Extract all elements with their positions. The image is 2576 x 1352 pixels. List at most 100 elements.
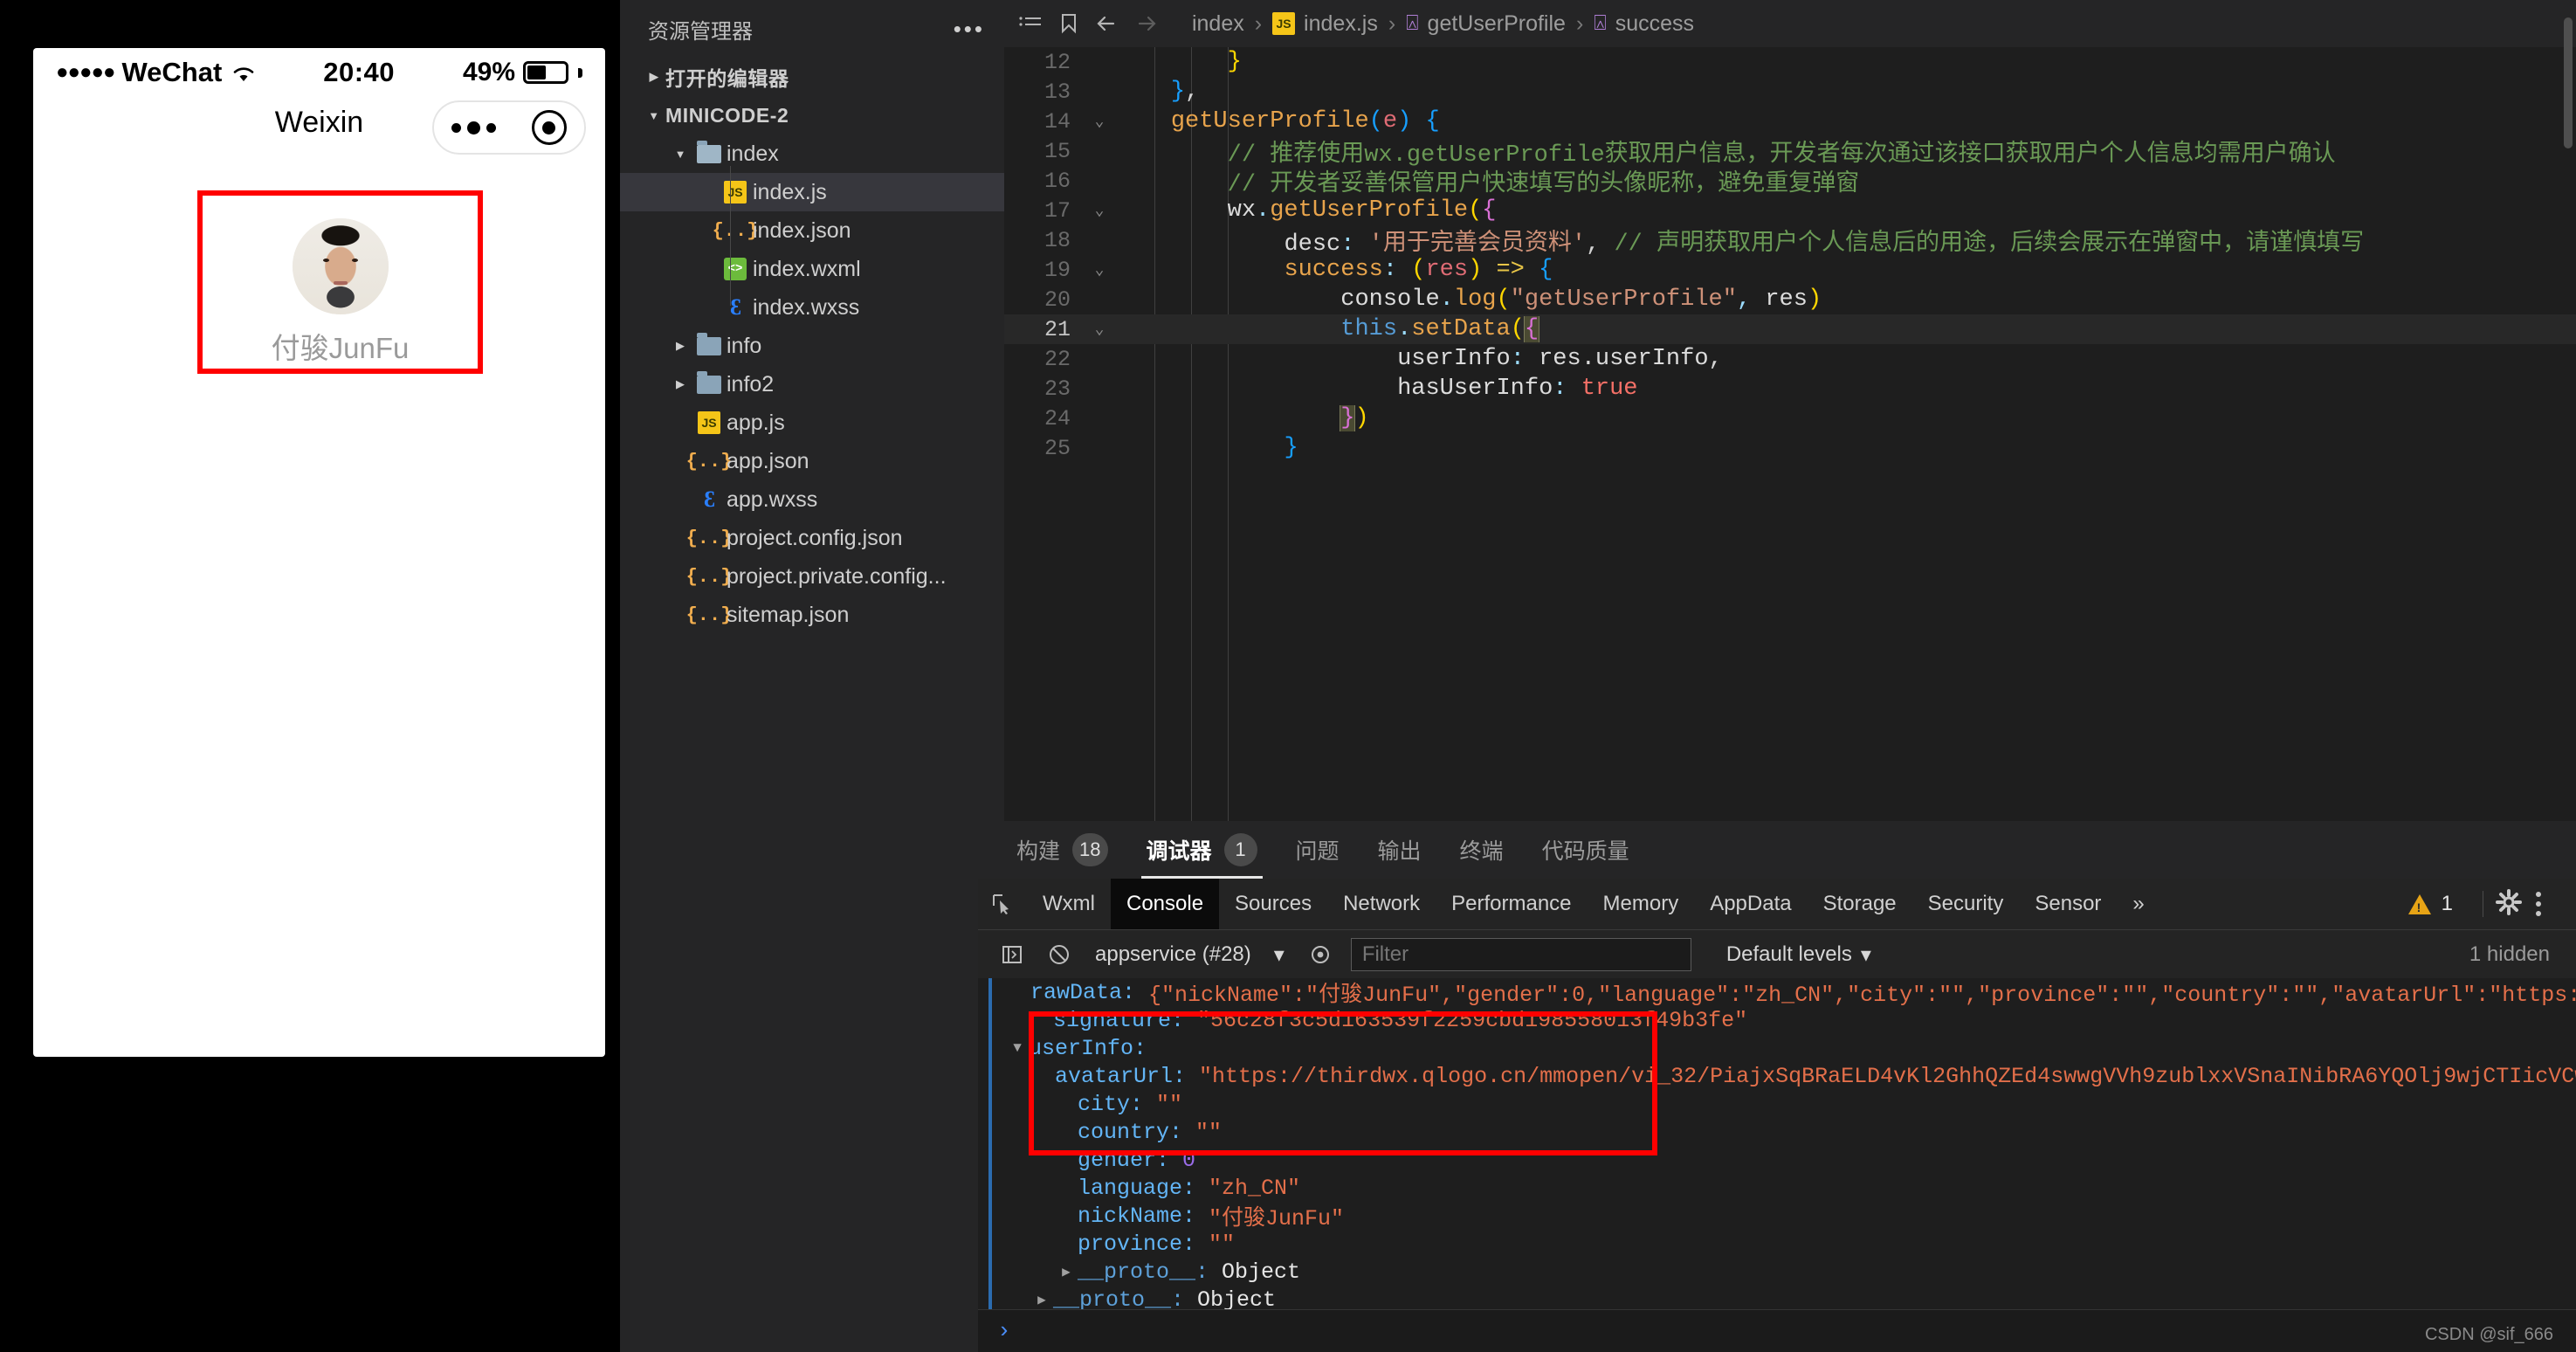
tree-item-index-wxml[interactable]: <> index.wxml [620,250,1004,288]
tree-item-index-json[interactable]: {..} index.json [620,211,1004,250]
panel-tab-2[interactable]: 问题 [1277,821,1359,879]
devtools-tab-sensor[interactable]: Sensor [2019,879,2117,929]
console-prompt[interactable]: › [978,1309,2576,1352]
console-line[interactable]: nickName: "付骏JunFu" [1006,1202,2576,1232]
console-key: signature: [1053,1007,1198,1033]
chevron-down-icon[interactable]: ▼ [643,109,665,122]
console-line[interactable]: ▶ __proto__: Object [1006,1258,2576,1286]
code-line[interactable]: 24 }) [1004,404,2576,433]
show-console-sidebar-icon[interactable] [988,944,1036,965]
tree-item-app-json[interactable]: {..} app.json [620,442,1004,480]
panel-tab-0[interactable]: 构建 18 [997,821,1127,879]
devtools-tab-appdata[interactable]: AppData [1694,879,1807,929]
console-line[interactable]: signature: "56c28f3c5d163539f2259cbd1985… [1006,1006,2576,1034]
code-line[interactable]: 25 } [1004,433,2576,463]
devtools-tab-network[interactable]: Network [1327,879,1436,929]
console-line[interactable]: province: "" [1006,1230,2576,1258]
panel-tab-1[interactable]: 调试器 1 [1127,821,1277,879]
sidebar-section-project-root[interactable]: ▼ MINICODE-2 [620,96,1004,135]
list-icon[interactable] [1011,14,1050,33]
sidebar-section-open-editors[interactable]: ▶ 打开的编辑器 [620,58,1004,96]
tree-item-sitemap-json[interactable]: {..} sitemap.json [620,596,1004,634]
devtools-tab-performance[interactable]: Performance [1436,879,1587,929]
console-log-levels-dropdown[interactable]: Default levels ▾ [1712,942,1885,968]
devtools-tab-security[interactable]: Security [1912,879,2020,929]
chevron-double-right-icon[interactable]: » [2117,879,2159,929]
console-key: nickName: [1078,1203,1209,1229]
chevron-right-icon[interactable]: ▶ [643,70,665,84]
clear-console-icon[interactable] [1036,943,1083,966]
tree-item-index-wxss[interactable]: 3 index.wxss [620,288,1004,327]
more-dots-icon[interactable] [451,121,497,135]
tree-item-index-js[interactable]: JS index.js [620,173,1004,211]
tree-item-project-private-config-json[interactable]: {..} project.private.config... [620,557,1004,596]
chevron-right-icon[interactable]: ▶ [1030,1291,1053,1308]
code-line[interactable]: 19 ⌄ success: (res) => { [1004,255,2576,285]
wechat-capsule-button[interactable] [432,100,586,155]
console-line[interactable]: language: "zh_CN" [1006,1174,2576,1202]
tree-item-app-js[interactable]: JS app.js [620,404,1004,442]
panel-tab-bar[interactable]: 构建 18 调试器 1 问题 输出 终端 代码质量 [978,821,2576,879]
code-line[interactable]: 18 desc: '用于完善会员资料', // 声明获取用户个人信息后的用途，后… [1004,225,2576,259]
tree-item-index-folder[interactable]: ▼ index [620,135,1004,173]
panel-tab-label: 输出 [1377,839,1422,864]
code-line[interactable]: 14 ⌄ getUserProfile(e) { [1004,107,2576,136]
editor-scrollbar[interactable] [2564,17,2573,148]
code-line[interactable]: 13 }, [1004,77,2576,107]
tree-item-info-folder[interactable]: ▶ info [620,327,1004,365]
panel-tab-3[interactable]: 输出 [1359,821,1441,879]
code-line[interactable]: 16 // 开发者妥善保管用户快速填写的头像昵称，避免重复弹窗 [1004,166,2576,199]
console-filter-input[interactable] [1350,938,1691,971]
code-line[interactable]: 15 // 推荐使用wx.getUserProfile获取用户信息，开发者每次通… [1004,136,2576,169]
devtools-tab-sources[interactable]: Sources [1219,879,1327,929]
inspect-element-icon[interactable] [978,893,1027,915]
fold-chevron-icon[interactable]: ⌄ [1085,201,1114,220]
panel-tab-4[interactable]: 终端 [1441,821,1523,879]
breadcrumb-item-folder[interactable]: index [1192,11,1244,37]
devtools-tab-storage[interactable]: Storage [1808,879,1912,929]
devtools-tab-wxml[interactable]: Wxml [1027,879,1111,929]
panel-tab-5[interactable]: 代码质量 [1523,821,1649,879]
console-output[interactable]: rawData: {"nickName":"付骏JunFu","gender":… [978,978,2576,1352]
code-line[interactable]: 12 } [1004,47,2576,77]
target-circle-icon[interactable] [531,110,567,145]
console-line[interactable]: avatarUrl: "https://thirdwx.qlogo.cn/mmo… [1006,1062,2576,1090]
breadcrumb-item-callback[interactable]: ⍓ success [1594,11,1694,37]
chevron-right-icon[interactable]: ▶ [1055,1263,1078,1280]
code-line[interactable]: 23 hasUserInfo: true [1004,374,2576,404]
breadcrumb-item-file[interactable]: JS index.js [1272,11,1378,37]
devtools-tab-bar[interactable]: Wxml Console Sources Network Performance Memo… [978,879,2576,930]
code-line[interactable]: 21 ⌄ this.setData({ [1004,314,2576,344]
console-line[interactable]: country: "" [1006,1118,2576,1146]
bookmark-icon[interactable] [1050,12,1088,35]
chevron-right-icon[interactable]: ▶ [669,339,692,353]
tree-item-project-config-json[interactable]: {..} project.config.json [620,519,1004,557]
tree-item-label: index.json [753,217,851,243]
arrow-left-icon[interactable] [1088,12,1126,35]
console-key: avatarUrl: [1055,1063,1200,1089]
code-line[interactable]: 22 userInfo: res.userInfo, [1004,344,2576,374]
console-line[interactable]: rawData: {"nickName":"付骏JunFu","gender":… [1006,978,2576,1009]
arrow-right-icon[interactable] [1126,12,1165,35]
tree-item-app-wxss[interactable]: 3 app.wxss [620,480,1004,519]
fold-chevron-icon[interactable]: ⌄ [1085,320,1114,339]
live-expression-icon[interactable] [1297,943,1344,966]
code-line[interactable]: 17 ⌄ wx.getUserProfile({ [1004,196,2576,225]
breadcrumb-item-method[interactable]: ⍓ getUserProfile [1406,11,1566,37]
chevron-down-icon[interactable]: ▼ [669,148,692,161]
console-line[interactable]: ▼ userInfo: [1006,1034,2576,1062]
console-line[interactable]: gender: 0 [1006,1146,2576,1174]
console-line[interactable]: city: "" [1006,1090,2576,1118]
console-context-selector[interactable]: appservice (#28) ▾ [1083,942,1297,968]
code-content[interactable]: 12 } 13 }, 14 ⌄ getUserProfile(e) {15 // 推荐… [1004,47,2576,821]
ellipsis-icon[interactable]: ••• [954,16,985,43]
fold-chevron-icon[interactable]: ⌄ [1085,112,1114,131]
chevron-down-icon[interactable]: ▼ [1006,1040,1029,1056]
devtools-tab-console[interactable]: Console [1110,879,1220,929]
fold-chevron-icon[interactable]: ⌄ [1085,260,1114,279]
tree-item-info2-folder[interactable]: ▶ info2 [620,365,1004,404]
user-avatar-image[interactable] [292,218,389,314]
code-line[interactable]: 20 console.log("getUserProfile", res) [1004,285,2576,314]
chevron-right-icon[interactable]: ▶ [669,377,692,391]
devtools-tab-memory[interactable]: Memory [1588,879,1695,929]
